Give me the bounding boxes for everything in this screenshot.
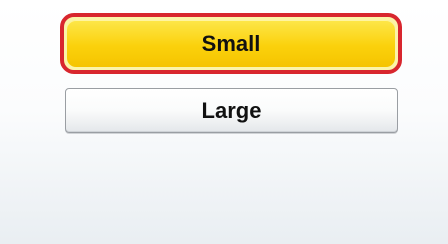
- option-small-label: Small: [201, 30, 261, 56]
- option-small-face: Small: [67, 20, 395, 67]
- size-selection-screen: Small Large: [0, 0, 448, 244]
- option-large-button[interactable]: Large: [65, 88, 398, 133]
- option-large-label: Large: [201, 97, 262, 123]
- size-option-list: Small Large: [0, 0, 448, 244]
- option-small-button[interactable]: Small: [60, 13, 402, 74]
